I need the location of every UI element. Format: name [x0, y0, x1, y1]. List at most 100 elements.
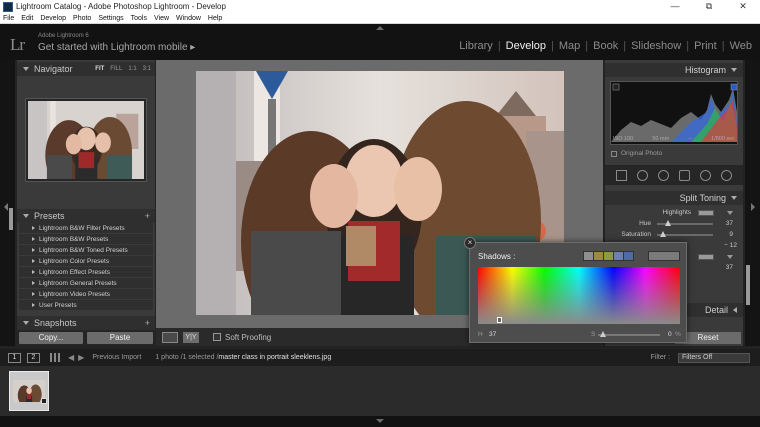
mobile-promo-link[interactable]: Get started with Lightroom mobile ▸ [38, 42, 195, 53]
module-develop[interactable]: Develop [506, 40, 546, 52]
collapse-right-panel-icon[interactable] [751, 203, 755, 211]
forward-arrow-icon[interactable]: ▶ [78, 353, 84, 362]
presets-header[interactable]: Presets + [17, 209, 155, 223]
filter-label: Filter : [650, 354, 670, 361]
source-label[interactable]: Previous Import [92, 354, 141, 361]
zoom-fit[interactable]: FIT [95, 66, 104, 72]
red-eye-icon[interactable] [658, 169, 669, 181]
preset-folder[interactable]: Lightroom B&W Presets [19, 234, 153, 245]
filmstrip-thumbnail[interactable] [9, 371, 49, 411]
selected-filename[interactable]: master class in portrait sleeklens.jpg [218, 354, 331, 361]
preset-folder[interactable]: Lightroom B&W Toned Presets [19, 245, 153, 256]
minimize-icon[interactable]: — [658, 0, 692, 13]
highlights-color-swatch[interactable] [698, 210, 714, 216]
preset-folder[interactable]: User Presets [19, 300, 153, 311]
original-photo-checkbox[interactable] [611, 150, 617, 157]
copy-button[interactable]: Copy... [19, 332, 83, 344]
radial-filter-icon[interactable] [700, 169, 711, 181]
menu-view[interactable]: View [151, 15, 173, 22]
picker-saturation-knob[interactable] [600, 331, 606, 337]
paste-button[interactable]: Paste [87, 332, 153, 344]
close-picker-icon[interactable]: × [464, 237, 476, 249]
color-swatch[interactable] [604, 252, 613, 260]
original-photo-toggle[interactable]: Original Photo [611, 150, 662, 157]
adjustment-brush-icon[interactable] [721, 169, 732, 181]
saturation-value[interactable]: 9 [729, 231, 733, 238]
color-swatch[interactable] [584, 252, 593, 260]
collapse-left-panel-icon[interactable] [4, 203, 8, 211]
right-panel-scrollbar[interactable] [746, 265, 750, 305]
secondary-display-button[interactable]: 2 [27, 352, 40, 363]
left-panel-scrollbar[interactable] [9, 208, 13, 230]
module-web[interactable]: Web [730, 40, 752, 52]
color-swatch[interactable] [594, 252, 603, 260]
module-map[interactable]: Map [559, 40, 580, 52]
module-book[interactable]: Book [593, 40, 618, 52]
zoom-1-1[interactable]: 1:1 [128, 66, 136, 72]
zoom-fill[interactable]: FILL [110, 66, 122, 72]
color-swatch[interactable] [614, 252, 623, 260]
preset-folder-label: User Presets [39, 301, 77, 309]
module-library[interactable]: Library [459, 40, 493, 52]
picker-saturation-track[interactable] [598, 334, 660, 336]
collapse-top-panel-icon[interactable] [376, 26, 384, 30]
close-icon[interactable]: ✕ [726, 0, 760, 13]
split-toning-header[interactable]: Split Toning [605, 191, 743, 205]
shadow-hue-value[interactable]: 37 [726, 264, 733, 271]
module-slideshow[interactable]: Slideshow [631, 40, 681, 52]
color-picker-marker[interactable] [497, 317, 502, 323]
collapse-bottom-panel-icon[interactable] [376, 419, 384, 423]
graduated-filter-icon[interactable] [679, 169, 690, 181]
module-print[interactable]: Print [694, 40, 717, 52]
primary-display-button[interactable]: 1 [8, 352, 21, 363]
color-swatch[interactable] [624, 252, 633, 260]
preset-folder-label: Lightroom B&W Presets [39, 235, 109, 243]
crop-tool-icon[interactable] [616, 169, 627, 181]
hue-value[interactable]: 37 [726, 220, 733, 227]
histogram-header[interactable]: Histogram [605, 63, 743, 77]
grid-view-icon[interactable] [50, 353, 60, 362]
back-arrow-icon[interactable]: ◀ [68, 353, 74, 362]
add-preset-icon[interactable]: + [145, 211, 155, 221]
menu-window[interactable]: Window [173, 15, 205, 22]
preset-folder-label: Lightroom B&W Filter Presets [39, 224, 125, 232]
navigator-header[interactable]: Navigator FIT FILL 1:1 3:1 [17, 62, 155, 76]
picker-title: Shadows : [478, 252, 516, 261]
menu-tools[interactable]: Tools [128, 15, 151, 22]
zoom-3-1[interactable]: 3:1 [143, 66, 151, 72]
filter-dropdown[interactable]: Filters Off [678, 352, 750, 363]
picker-sat-value[interactable]: 0 [668, 331, 672, 338]
hue-saturation-field[interactable] [478, 267, 680, 324]
preset-folder[interactable]: Lightroom Color Presets [19, 256, 153, 267]
saturation-slider-knob[interactable] [660, 231, 666, 237]
preset-folder[interactable]: Lightroom Effect Presets [19, 267, 153, 278]
shadows-dropdown-icon[interactable] [727, 255, 733, 259]
saturation-label: Saturation [621, 231, 651, 238]
spot-removal-icon[interactable] [637, 169, 648, 181]
balance-value[interactable]: − 12 [724, 242, 737, 249]
menu-settings[interactable]: Settings [95, 15, 127, 22]
preset-folder[interactable]: Lightroom B&W Filter Presets [19, 223, 153, 234]
original-photo-label: Original Photo [621, 150, 663, 157]
window-title-bar: Lightroom Catalog - Adobe Photoshop Ligh… [0, 0, 760, 13]
navigator-preview[interactable] [25, 98, 147, 182]
add-snapshot-icon[interactable]: + [145, 318, 155, 328]
shadows-color-picker[interactable]: × Shadows : H 37 S 0 % [464, 237, 687, 343]
picker-hue-value[interactable]: 37 [489, 331, 496, 338]
menu-photo[interactable]: Photo [70, 15, 95, 22]
hue-slider-knob[interactable] [665, 220, 671, 226]
menu-help[interactable]: Help [205, 15, 226, 22]
snapshots-header[interactable]: Snapshots + [17, 316, 155, 330]
restore-icon[interactable]: ⧉ [692, 0, 726, 13]
menu-file[interactable]: File [0, 15, 18, 22]
folder-triangle-icon [32, 226, 35, 230]
preset-folder[interactable]: Lightroom Video Presets [19, 289, 153, 300]
menu-develop[interactable]: Develop [37, 15, 70, 22]
preset-folder[interactable]: Lightroom General Presets [19, 278, 153, 289]
soft-proofing-checkbox[interactable] [213, 333, 221, 341]
before-after-button[interactable]: Y|Y [183, 331, 199, 343]
shadows-color-swatch[interactable] [698, 254, 714, 260]
loupe-view-icon[interactable] [162, 331, 178, 343]
menu-edit[interactable]: Edit [18, 15, 37, 22]
highlights-dropdown-icon[interactable] [727, 211, 733, 215]
